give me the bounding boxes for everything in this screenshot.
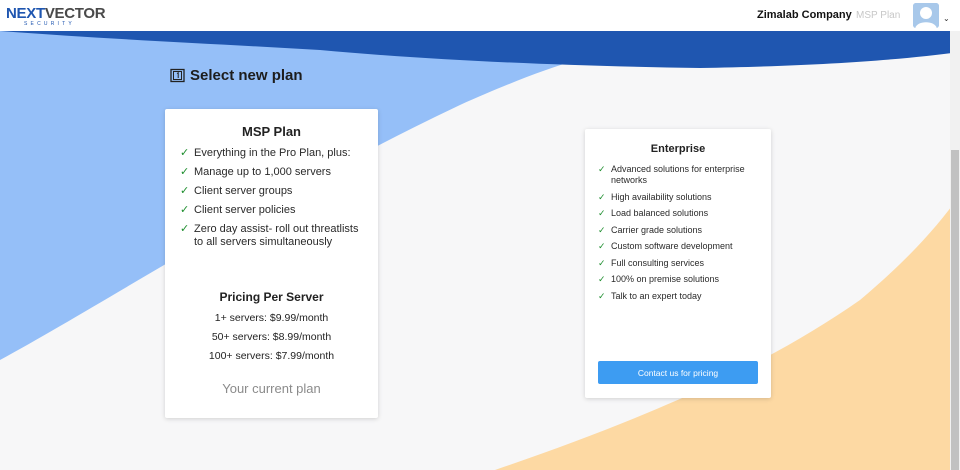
feature-text: Everything in the Pro Plan, plus: xyxy=(194,147,351,159)
feature-item: ✓ Custom software development xyxy=(598,241,763,252)
feature-text: Zero day assist- roll out threatlists to… xyxy=(194,223,359,248)
feature-item: ✓ Carrier grade solutions xyxy=(598,225,763,236)
background-waves xyxy=(0,31,960,470)
logo-text-next: NEXT xyxy=(6,5,45,22)
current-plan-link[interactable]: MSP Plan xyxy=(856,10,900,21)
contact-us-button[interactable]: Contact us for pricing xyxy=(598,361,758,384)
feature-text: Manage up to 1,000 servers xyxy=(194,166,331,178)
price-tier: 100+ servers: $7.99/month xyxy=(208,350,335,362)
feature-item: ✓ Client server groups xyxy=(180,185,365,198)
logo-text-vector: VECTOR xyxy=(44,5,106,22)
plan-card-enterprise: Enterprise ✓ Advanced solutions for enter… xyxy=(585,129,771,398)
feature-item: ✓ Load balanced solutions xyxy=(598,208,763,219)
plan-book-icon xyxy=(170,68,185,83)
feature-text: Advanced solutions for enterprise networ… xyxy=(611,164,745,185)
feature-item: ✓ Manage up to 1,000 servers xyxy=(180,166,365,179)
user-avatar-icon[interactable] xyxy=(913,3,939,28)
feature-item: ✓ Advanced solutions for enterprise netwo… xyxy=(598,164,763,186)
pricing-title: Pricing Per Server xyxy=(219,290,324,304)
plan-name: Enterprise xyxy=(650,143,706,155)
feature-text: Custom software development xyxy=(611,241,733,251)
feature-item: ✓ 100% on premise solutions xyxy=(598,274,763,285)
feature-item: ✓ Client server policies xyxy=(180,204,365,217)
feature-item: ✓ Full consulting services xyxy=(598,258,763,269)
feature-text: Carrier grade solutions xyxy=(611,224,703,235)
scrollbar-thumb[interactable] xyxy=(951,150,959,470)
feature-item: ✓ High availability solutions xyxy=(598,192,763,203)
feature-text: High availability solutions xyxy=(611,191,712,202)
check-icon: ✓ xyxy=(180,204,190,216)
page-title-text: Select new plan xyxy=(190,67,303,84)
feature-text: Load balanced solutions xyxy=(611,208,709,218)
feature-item: ✓ Zero day assist- roll out threatlists t… xyxy=(180,223,365,249)
check-icon: ✓ xyxy=(598,274,606,284)
check-icon: ✓ xyxy=(180,147,190,159)
check-icon: ✓ xyxy=(598,257,606,268)
feature-list: ✓ Everything in the Pro Plan, plus: ✓ Mana… xyxy=(180,147,365,249)
feature-list: ✓ Advanced solutions for enterprise netwo… xyxy=(598,164,763,302)
feature-text: Client server policies xyxy=(194,204,296,216)
plan-name: MSP Plan xyxy=(241,124,301,139)
check-icon: ✓ xyxy=(598,208,606,218)
check-icon: ✓ xyxy=(180,223,190,235)
feature-item: ✓ Talk to an expert today xyxy=(598,291,763,302)
feature-text: 100% on premise solutions xyxy=(611,274,720,284)
plan-card-msp: MSP Plan ✓ Everything in the Pro Plan, pl… xyxy=(165,109,378,418)
top-navigation-bar: NEXTVECTOR SECURITY Zimalab Company MSP … xyxy=(0,0,960,31)
price-tier: 50+ servers: $8.99/month xyxy=(211,331,332,343)
check-icon: ✓ xyxy=(180,185,190,197)
brand-logo[interactable]: NEXTVECTOR SECURITY xyxy=(6,6,116,28)
check-icon: ✓ xyxy=(180,166,190,178)
feature-text: Talk to an expert today xyxy=(611,290,702,301)
check-icon: ✓ xyxy=(598,164,606,174)
price-tier: 1+ servers: $9.99/month xyxy=(214,312,329,324)
feature-text: Full consulting services xyxy=(611,257,705,268)
chevron-down-icon[interactable]: ⌄ xyxy=(943,14,950,23)
check-icon: ✓ xyxy=(598,191,606,202)
feature-item: ✓ Everything in the Pro Plan, plus: xyxy=(180,147,365,160)
page-title: Select new plan xyxy=(170,67,303,84)
current-plan-label: Your current plan xyxy=(222,381,321,396)
check-icon: ✓ xyxy=(598,241,606,251)
feature-text: Client server groups xyxy=(194,185,293,197)
check-icon: ✓ xyxy=(598,290,606,301)
check-icon: ✓ xyxy=(598,224,606,235)
company-name[interactable]: Zimalab Company xyxy=(757,9,852,21)
